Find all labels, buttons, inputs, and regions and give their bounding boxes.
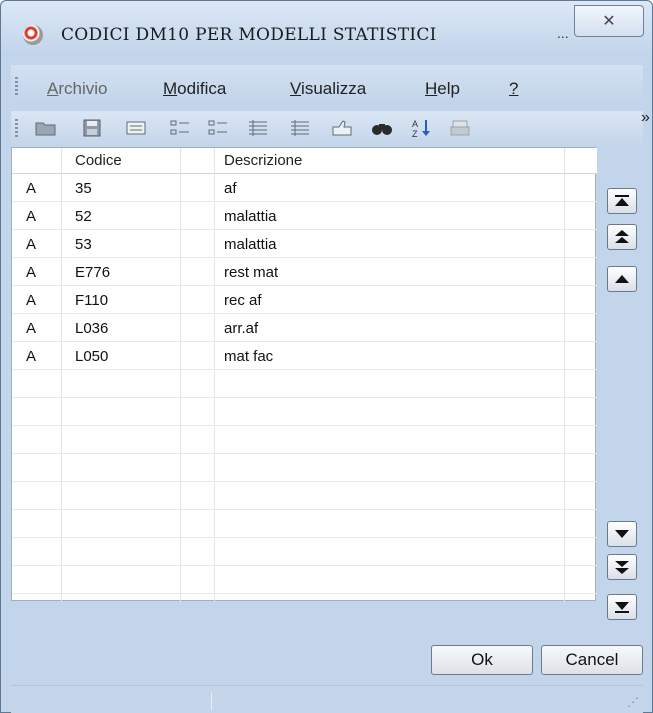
cell-codice: E776 [75, 264, 111, 281]
cell-codice: 53 [75, 236, 92, 253]
empty-row[interactable] [12, 510, 597, 538]
previous-record-button[interactable] [607, 266, 637, 292]
table-row[interactable]: A L036 arr.af [12, 314, 597, 342]
codes-grid: Codice Descrizione A 35 af A 52 malattia A 53 ma… [11, 147, 597, 602]
row-flag: A [26, 236, 37, 253]
page-down-icon [615, 561, 629, 574]
row-flag: A [26, 292, 37, 309]
menu-bar: Archivio Modifica Visualizza Help ? [11, 65, 643, 105]
empty-row[interactable] [12, 566, 597, 594]
cancel-button[interactable]: Cancel [541, 645, 643, 675]
cell-descrizione: mat fac [224, 348, 274, 365]
cell-codice: L050 [75, 348, 109, 365]
svg-text:Z: Z [412, 129, 418, 138]
grid-header: Codice Descrizione [12, 148, 597, 174]
row-flag: A [26, 180, 37, 197]
row-flag: A [26, 320, 37, 337]
cell-codice: F110 [75, 292, 109, 309]
svg-text:A: A [412, 119, 418, 129]
up-icon [615, 275, 629, 283]
status-bar: ⋰ [11, 685, 643, 713]
empty-row[interactable] [12, 454, 597, 482]
next-record-button[interactable] [607, 521, 637, 547]
form-view-icon[interactable] [125, 118, 147, 138]
cell-descrizione: malattia [224, 236, 277, 253]
cell-descrizione: rest mat [224, 264, 279, 281]
header-descrizione[interactable]: Descrizione [224, 152, 302, 169]
empty-row[interactable] [12, 482, 597, 510]
list-icon[interactable] [207, 118, 229, 138]
checklist-icon[interactable] [169, 118, 191, 138]
table-row[interactable]: A F110 rec af [12, 286, 597, 314]
row-flag: A [26, 348, 37, 365]
dialog-window: CODICI DM10 PER MODELLI STATISTICI ... ✕… [0, 0, 653, 713]
first-record-button[interactable] [607, 188, 637, 214]
last-icon [615, 602, 629, 613]
thumbs-icon[interactable] [331, 118, 353, 138]
window-title: CODICI DM10 PER MODELLI STATISTICI [61, 25, 437, 45]
resize-grip-icon[interactable]: ⋰ [627, 695, 639, 709]
last-record-button[interactable] [607, 594, 637, 620]
cell-descrizione: malattia [224, 208, 277, 225]
close-icon: ✕ [602, 13, 616, 30]
cell-descrizione: af [224, 180, 237, 197]
table-row[interactable]: A 52 malattia [12, 202, 597, 230]
toolbar-overflow-button[interactable]: » [641, 109, 650, 127]
first-icon [615, 195, 629, 206]
page-down-button[interactable] [607, 554, 637, 580]
menu-modifica[interactable]: Modifica [163, 79, 226, 99]
page-up-icon [615, 230, 629, 243]
table-row[interactable]: A L050 mat fac [12, 342, 597, 370]
row-flag: A [26, 264, 37, 281]
empty-row[interactable] [12, 538, 597, 566]
cell-descrizione: arr.af [224, 320, 259, 337]
toolbar-grip[interactable] [15, 119, 18, 137]
menu-grip[interactable] [15, 77, 18, 95]
row-flag: A [26, 208, 37, 225]
open-icon[interactable] [35, 118, 57, 138]
details-list-2-icon[interactable] [289, 118, 311, 138]
print-icon[interactable] [449, 118, 471, 138]
cell-codice: 52 [75, 208, 92, 225]
details-list-icon[interactable] [247, 118, 269, 138]
menu-archivio[interactable]: Archivio [47, 79, 107, 99]
sort-az-icon[interactable]: AZ [411, 118, 433, 138]
close-button[interactable]: ✕ [574, 5, 644, 37]
table-row[interactable]: A E776 rest mat [12, 258, 597, 286]
cell-descrizione: rec af [224, 292, 262, 309]
status-divider [211, 692, 212, 710]
cell-codice: L036 [75, 320, 109, 337]
empty-row[interactable] [12, 426, 597, 454]
toolbar: AZ [11, 111, 643, 145]
find-icon[interactable] [371, 118, 393, 138]
header-codice[interactable]: Codice [75, 152, 122, 169]
cell-codice: 35 [75, 180, 92, 197]
down-icon [615, 530, 629, 538]
menu-help[interactable]: Help [425, 79, 460, 99]
save-icon[interactable] [81, 118, 103, 138]
empty-row[interactable] [12, 370, 597, 398]
empty-row[interactable] [12, 398, 597, 426]
table-row[interactable]: A 35 af [12, 174, 597, 202]
app-icon [23, 25, 43, 45]
minimize-button[interactable]: ... [557, 25, 569, 41]
table-row[interactable]: A 53 malattia [12, 230, 597, 258]
page-up-button[interactable] [607, 224, 637, 250]
menu-visualizza[interactable]: Visualizza [290, 79, 366, 99]
menu-about[interactable]: ? [509, 79, 518, 99]
title-bar[interactable]: CODICI DM10 PER MODELLI STATISTICI ... ✕ [1, 1, 652, 51]
ok-button[interactable]: Ok [431, 645, 533, 675]
